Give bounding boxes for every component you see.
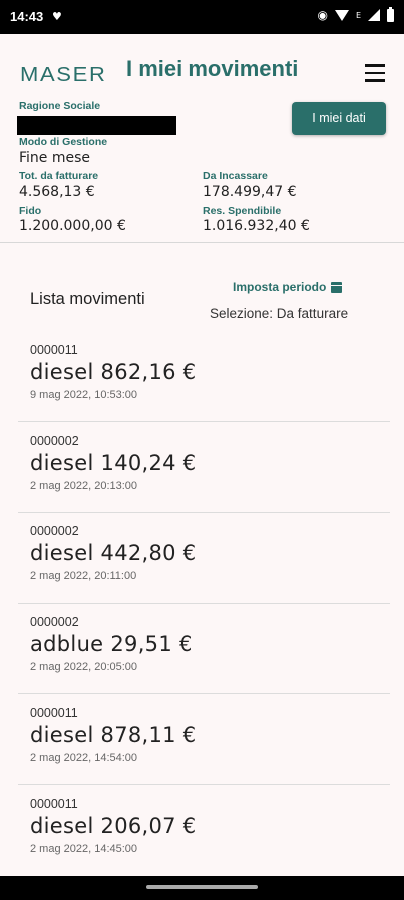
movement-date: 2 mag 2022, 14:54:00 [30,752,138,764]
movement-product-amount: diesel 878,11 € [30,723,197,747]
movement-code: 0000002 [30,524,79,538]
list-divider [18,784,390,785]
header-divider [0,242,404,243]
list-item[interactable]: 0000011 diesel 878,11 € 2 mag 2022, 14:5… [30,706,390,764]
movement-code: 0000011 [30,706,78,720]
network-indicator: E [355,10,361,20]
ragione-sociale-redacted [17,116,176,135]
list-title: Lista movimenti [30,290,145,308]
modo-gestione-label: Modo di Gestione [19,136,108,148]
modo-gestione-value: Fine mese [19,150,91,166]
movement-date: 2 mag 2022, 20:05:00 [30,661,138,673]
fido-value: 1.200.000,00 € [19,218,126,234]
movement-product-amount: adblue 29,51 € [30,632,193,656]
battery-icon [387,6,394,22]
movement-date: 2 mag 2022, 20:11:00 [30,570,137,582]
da-incassare-value: 178.499,47 € [203,184,297,200]
movement-code: 0000002 [30,434,79,448]
movement-date: 2 mag 2022, 14:45:00 [30,843,138,855]
status-bar: 14:43 ♥ ◉ E [0,0,404,34]
set-period-button[interactable]: Imposta periodo [233,280,343,294]
tot-fatturare-label: Tot. da fatturare [19,170,99,182]
list-item[interactable]: 0000002 adblue 29,51 € 2 mag 2022, 20:05… [30,615,390,673]
fido-label: Fido [19,205,42,217]
status-time: 14:43 [10,9,44,24]
selection-label: Selezione: Da fatturare [210,306,349,321]
ragione-sociale-label: Ragione Sociale [19,100,101,112]
tot-fatturare-value: 4.568,13 € [19,184,95,200]
movement-date: 9 mag 2022, 10:53:00 [30,389,138,401]
movement-product-amount: diesel 862,16 € [30,360,197,384]
list-item[interactable]: 0000002 diesel 140,24 € 2 mag 2022, 20:1… [30,434,390,492]
res-spendibile-label: Res. Spendibile [203,205,282,217]
list-divider [18,421,390,422]
movement-product-amount: diesel 206,07 € [30,814,197,838]
status-icons: ◉ E [317,6,394,22]
maser-logo: MASER [20,64,107,86]
list-item[interactable]: 0000011 diesel 206,07 € 2 mag 2022, 14:4… [30,797,390,855]
home-gesture-handle[interactable] [146,885,258,889]
eye-icon: ◉ [317,8,328,22]
wifi-icon [334,9,349,21]
res-spendibile-value: 1.016.932,40 € [203,218,310,234]
page-title: I miei movimenti [126,56,299,81]
movement-code: 0000011 [30,797,78,811]
signal-icon [368,9,380,21]
movement-product-amount: diesel 442,80 € [30,541,197,565]
list-divider [18,693,390,694]
list-item[interactable]: 0000002 diesel 442,80 € 2 mag 2022, 20:1… [30,524,390,582]
navigation-bar [0,876,404,900]
list-divider [18,512,390,513]
set-period-label: Imposta periodo [233,280,327,294]
da-incassare-label: Da Incassare [203,170,268,182]
calendar-icon [331,281,343,293]
heart-icon: ♥ [52,10,62,23]
hamburger-menu-icon[interactable] [365,64,385,82]
movement-code: 0000002 [30,615,79,629]
movement-code: 0000011 [30,343,78,357]
list-divider [18,603,390,604]
movement-product-amount: diesel 140,24 € [30,451,197,475]
movement-date: 2 mag 2022, 20:13:00 [30,480,138,492]
my-data-button[interactable]: I miei dati [292,102,386,135]
list-item[interactable]: 0000011 diesel 862,16 € 9 mag 2022, 10:5… [30,343,390,401]
